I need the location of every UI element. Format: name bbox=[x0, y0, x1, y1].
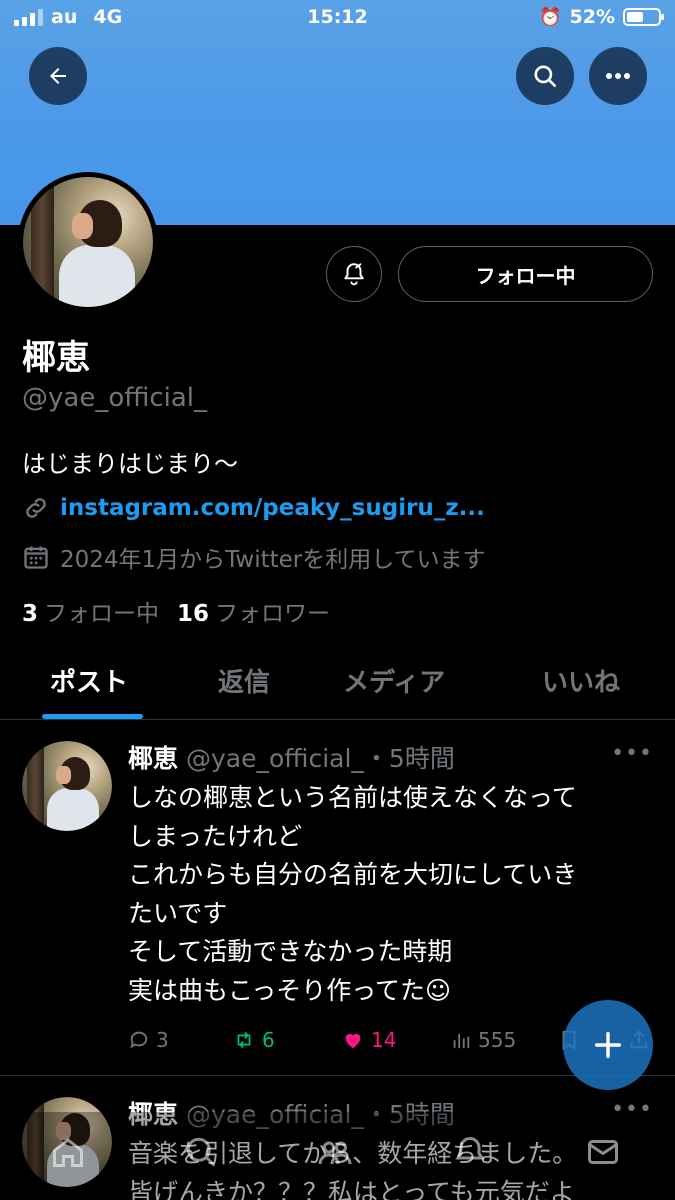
link-icon bbox=[26, 498, 46, 518]
nav-communities[interactable] bbox=[317, 1134, 353, 1174]
post-meta: @yae_official_・5時間 bbox=[186, 744, 455, 773]
back-arrow-icon bbox=[50, 68, 66, 84]
tab-replies[interactable]: 返信 bbox=[218, 662, 270, 699]
tab-media[interactable]: メディア bbox=[343, 662, 445, 699]
tab-posts[interactable]: ポスト bbox=[50, 662, 128, 699]
repost-icon bbox=[237, 1032, 251, 1048]
compose-post-button[interactable] bbox=[563, 1000, 653, 1090]
profile-bio: はじまりはじまり〜 bbox=[22, 450, 238, 478]
post-author-name[interactable]: 椰恵 bbox=[128, 739, 178, 775]
follow-stats: 3 フォロー中 16 フォロワー bbox=[22, 594, 330, 628]
profile-tabs: ポスト 返信 メディア いいね bbox=[0, 650, 675, 720]
more-icon bbox=[606, 73, 630, 79]
views-icon bbox=[453, 1033, 470, 1049]
calendar-icon bbox=[24, 546, 48, 569]
nav-home[interactable] bbox=[50, 1134, 86, 1174]
reply-icon bbox=[130, 1031, 148, 1049]
more-options-button[interactable] bbox=[589, 47, 647, 105]
post-avatar[interactable] bbox=[22, 741, 112, 831]
profile-website-link[interactable]: instagram.com/peaky_sugiru_z... bbox=[60, 495, 485, 521]
status-bar: au 4G 15:12 ⏰ 52% bbox=[0, 6, 675, 32]
notifications-icon bbox=[455, 1136, 485, 1160]
home-icon bbox=[53, 1138, 83, 1167]
profile-avatar[interactable] bbox=[18, 172, 158, 312]
following-button[interactable]: フォロー中 bbox=[398, 246, 653, 302]
active-tab-indicator bbox=[42, 714, 143, 719]
post-text: しなの椰恵という名前は使えなくなって しまったけれど これからも自分の名前を大切… bbox=[128, 783, 578, 1005]
messages-icon bbox=[588, 1140, 618, 1164]
profile-link-row: instagram.com/peaky_sugiru_z... bbox=[22, 494, 485, 522]
back-button[interactable] bbox=[29, 47, 87, 105]
search-icon bbox=[534, 65, 557, 88]
heart-icon bbox=[345, 1033, 361, 1049]
search-button[interactable] bbox=[516, 47, 574, 105]
like-button[interactable]: 14 bbox=[341, 1028, 396, 1052]
alarm-icon: ⏰ bbox=[539, 6, 562, 28]
notifications-toggle-button[interactable] bbox=[326, 246, 382, 302]
bottom-navigation bbox=[0, 1112, 675, 1200]
followers-link[interactable]: 16 フォロワー bbox=[177, 594, 330, 628]
profile-handle: @yae_official_ bbox=[22, 383, 208, 413]
following-link[interactable]: 3 フォロー中 bbox=[22, 594, 159, 628]
views-button[interactable]: 555 bbox=[450, 1028, 516, 1052]
bell-icon bbox=[344, 263, 364, 286]
profile-joined-row: 2024年1月からTwitterを利用しています bbox=[22, 540, 486, 574]
nav-search[interactable] bbox=[183, 1134, 219, 1174]
nav-messages[interactable] bbox=[585, 1134, 621, 1174]
search-nav-icon bbox=[186, 1137, 216, 1167]
communities-icon bbox=[318, 1141, 352, 1165]
profile-name: 椰恵 bbox=[22, 338, 90, 378]
plus-icon bbox=[594, 1031, 622, 1059]
reply-button[interactable]: 3 bbox=[128, 1028, 169, 1052]
post-more-button[interactable]: ••• bbox=[611, 741, 653, 766]
joined-date: 2024年1月からTwitterを利用しています bbox=[60, 547, 486, 573]
nav-notifications[interactable] bbox=[452, 1134, 488, 1174]
repost-button[interactable]: 6 bbox=[232, 1028, 275, 1052]
battery-percent: 52% bbox=[569, 6, 615, 28]
post-header: 椰恵 @yae_official_・5時間 bbox=[128, 739, 455, 775]
battery-icon bbox=[623, 8, 664, 26]
tab-likes[interactable]: いいね bbox=[542, 662, 620, 699]
